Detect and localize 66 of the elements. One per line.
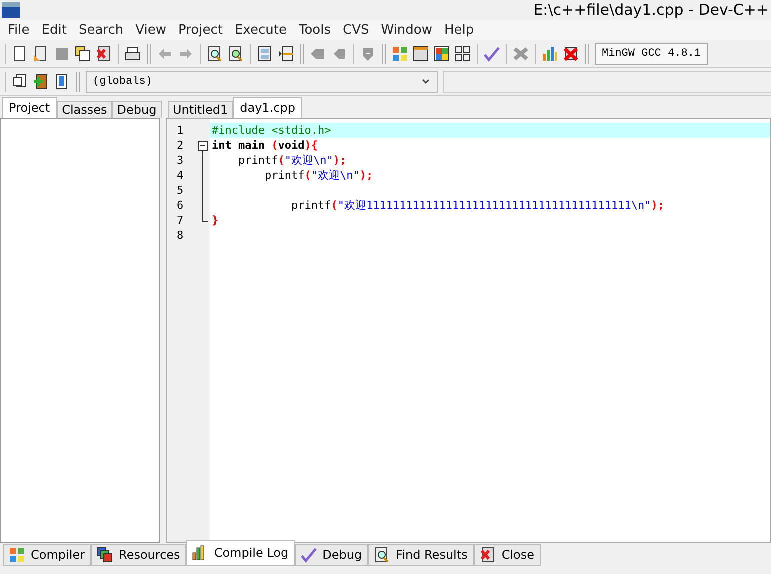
compile-run-icon[interactable] bbox=[434, 46, 450, 62]
line-number: 4 bbox=[177, 169, 184, 182]
search-icon[interactable] bbox=[207, 46, 223, 62]
line-number: 2 bbox=[177, 139, 184, 152]
app-logo-icon bbox=[2, 2, 20, 18]
menu-item[interactable]: File bbox=[2, 22, 36, 38]
window-panes-icon[interactable] bbox=[257, 46, 273, 62]
tab[interactable]: Untitled1 bbox=[168, 101, 234, 118]
grid-icon[interactable] bbox=[455, 46, 471, 62]
code-line: printf("欢迎\n"); bbox=[264, 169, 374, 182]
chevron-down-icon[interactable] bbox=[421, 76, 431, 86]
menu-item[interactable]: Execute bbox=[228, 22, 293, 38]
tab[interactable]: Compile Log bbox=[186, 540, 295, 566]
tab[interactable]: Project bbox=[2, 97, 58, 118]
code-line: printf("欢迎\n"); bbox=[237, 154, 347, 167]
tab[interactable]: Classes bbox=[57, 101, 112, 118]
search-icon bbox=[374, 547, 390, 563]
menu-item[interactable]: Project bbox=[172, 22, 229, 38]
tab[interactable]: Close bbox=[474, 544, 541, 566]
go-to-line-icon[interactable] bbox=[278, 46, 294, 62]
compile-icon[interactable] bbox=[392, 46, 408, 62]
close-file-icon bbox=[480, 547, 496, 563]
line-number: 8 bbox=[177, 229, 184, 242]
line-number: 6 bbox=[177, 199, 184, 212]
compile-icon bbox=[9, 547, 25, 563]
window-icon[interactable] bbox=[413, 46, 429, 62]
menu-item[interactable]: View bbox=[130, 22, 172, 38]
new-file-icon[interactable] bbox=[12, 46, 28, 62]
new-window-icon[interactable] bbox=[12, 74, 28, 90]
line-number: 7 bbox=[177, 214, 184, 227]
menu-item[interactable]: Help bbox=[438, 22, 480, 38]
delete-icon[interactable] bbox=[563, 46, 579, 62]
tab[interactable]: day1.cpp bbox=[233, 97, 302, 118]
window-title: E:\c++file\day1.cpp - Dev-C++ bbox=[534, 1, 770, 19]
compiler-select[interactable]: MinGW GCC 4.8.1 bbox=[595, 42, 708, 64]
tab[interactable]: Find Results bbox=[368, 544, 474, 566]
checkmark-icon bbox=[300, 547, 317, 563]
save-all-icon[interactable] bbox=[75, 46, 91, 62]
search-next-icon[interactable] bbox=[228, 46, 244, 62]
book-icon[interactable] bbox=[54, 74, 70, 90]
scope-select[interactable]: (globals) bbox=[86, 70, 438, 92]
fold-minus-icon[interactable] bbox=[198, 141, 208, 154]
layers-icon bbox=[97, 547, 114, 563]
menu-item[interactable]: Tools bbox=[292, 22, 337, 38]
close-file-icon[interactable] bbox=[96, 46, 112, 62]
bar-chart-icon[interactable] bbox=[542, 46, 558, 62]
menu-item[interactable]: Edit bbox=[36, 22, 73, 38]
menu-item[interactable]: Search bbox=[72, 22, 130, 38]
code-line: } bbox=[212, 214, 219, 227]
fold-end-line bbox=[202, 213, 208, 222]
tab[interactable]: Debug bbox=[294, 544, 368, 566]
line-number: 5 bbox=[177, 184, 184, 197]
open-file-icon[interactable] bbox=[33, 46, 49, 62]
line-number: 3 bbox=[177, 154, 184, 167]
code-line: int main (void){ bbox=[212, 139, 318, 152]
print-icon[interactable] bbox=[125, 46, 141, 62]
checkmark-icon[interactable] bbox=[484, 46, 500, 62]
tab[interactable]: Debug bbox=[112, 101, 162, 118]
tab[interactable]: Resources bbox=[91, 544, 186, 566]
menu-item[interactable]: Window bbox=[375, 22, 438, 38]
add-icon[interactable] bbox=[33, 74, 49, 90]
tab[interactable]: Compiler bbox=[3, 544, 92, 566]
menu-item[interactable]: CVS bbox=[337, 22, 376, 38]
code-line: printf("欢迎1111111111111111111111111111111111111111\n"); bbox=[290, 199, 664, 212]
code-line: #include <stdio.h> bbox=[212, 124, 332, 137]
line-number: 1 bbox=[177, 124, 184, 137]
